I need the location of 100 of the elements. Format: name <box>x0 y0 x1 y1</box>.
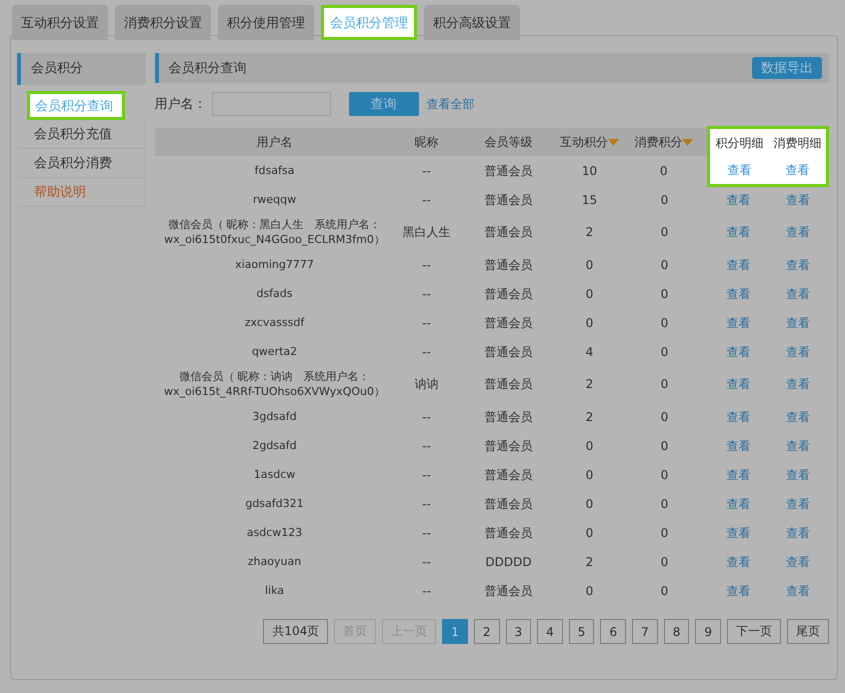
table-cell-text: dsfads <box>255 286 294 302</box>
view-link[interactable]: 查看 <box>726 225 750 239</box>
view-link[interactable]: 查看 <box>786 344 810 358</box>
table-cell-text: 0 <box>660 376 670 393</box>
tab[interactable]: 消费积分设置 <box>115 5 211 40</box>
table-cell-text: 15 <box>580 192 598 208</box>
table-cell-text: -- <box>421 582 432 600</box>
view-link[interactable]: 查看 <box>786 316 810 330</box>
table-cell-text: 微信会员（ 昵称：讷讷 系统用户名：wx_oi615t_4RRf-TUOhso6XVWyxQOu0） <box>162 369 386 400</box>
view-link[interactable]: 查看 <box>726 316 750 330</box>
view-link[interactable]: 查看 <box>786 258 810 272</box>
sidebar-heading: 会员积分 <box>17 53 146 85</box>
tab[interactable]: 会员积分管理 <box>321 5 417 40</box>
table-cell-text: 0 <box>660 256 670 274</box>
show-all-link[interactable]: 查看全部 <box>426 96 474 112</box>
table-cell-text: 普通会员 <box>484 408 534 426</box>
view-link[interactable]: 查看 <box>786 554 810 568</box>
sidebar-item[interactable]: 会员积分消费 <box>17 149 146 178</box>
table-cell-text: zxcvasssdf <box>244 315 306 331</box>
view-link[interactable]: 查看 <box>726 258 750 272</box>
export-button[interactable]: 数据导出 <box>752 57 822 79</box>
sidebar-item[interactable]: 帮助说明 <box>17 178 146 207</box>
table-cell-text: 黑白人生 <box>402 224 452 241</box>
table-cell-text: 0 <box>660 496 670 512</box>
table-cell-text: -- <box>421 524 432 542</box>
sort-icon[interactable] <box>682 138 694 146</box>
section-title: 会员积分查询 <box>168 60 246 77</box>
view-link[interactable]: 查看 <box>786 526 810 540</box>
table-cell-text: 讷讷 <box>414 376 440 393</box>
view-link[interactable]: 查看 <box>726 377 750 391</box>
table-cell-text: 0 <box>584 496 594 512</box>
page-button[interactable]: 7 <box>632 619 658 644</box>
view-link[interactable]: 查看 <box>786 584 810 598</box>
table-cell-text: rweqqw <box>252 192 298 208</box>
table-cell-text: 0 <box>660 344 670 360</box>
sort-icon[interactable] <box>608 138 619 146</box>
table-cell: -- <box>394 156 458 185</box>
page-button[interactable]: 尾页 <box>787 619 829 644</box>
column-header: 积分明细 <box>708 128 768 156</box>
view-link[interactable]: 查看 <box>786 225 810 239</box>
view-link[interactable]: 查看 <box>726 496 750 510</box>
table-cell-text: asdcw123 <box>246 525 304 541</box>
view-link[interactable]: 查看 <box>786 377 810 391</box>
tab[interactable]: 积分高级设置 <box>424 5 520 40</box>
table-cell-text: 0 <box>584 524 594 542</box>
column-header[interactable]: 互动积分 <box>558 128 620 156</box>
page-button[interactable]: 3 <box>506 619 532 644</box>
view-link[interactable]: 查看 <box>786 468 810 482</box>
page-button[interactable]: 2 <box>474 619 500 644</box>
table-cell-text: 2gdsafd <box>251 438 298 454</box>
view-link[interactable]: 查看 <box>726 286 750 300</box>
table-cell-text: lika <box>264 583 286 599</box>
page-button[interactable]: 9 <box>695 619 721 644</box>
table-cell-text: 普通会员 <box>484 524 534 542</box>
table-cell-text: qwerta2 <box>250 344 298 360</box>
page-button[interactable]: 4 <box>537 619 563 644</box>
table-cell-text: 1asdcw <box>252 467 296 483</box>
sidebar-item[interactable]: 会员积分查询 <box>27 91 125 120</box>
page-button[interactable]: 共104页 <box>263 619 328 644</box>
page-button[interactable]: 5 <box>568 619 594 644</box>
table-cell-text: 3gdsafd <box>251 409 298 425</box>
view-link[interactable]: 查看 <box>726 554 750 568</box>
table-cell-text: 0 <box>660 582 670 600</box>
table-cell-text: xiaoming7777 <box>234 257 315 273</box>
field-label: 用户名： <box>154 96 208 113</box>
page-button[interactable]: 6 <box>600 619 626 644</box>
view-link[interactable]: 查看 <box>786 410 810 424</box>
view-link[interactable]: 查看 <box>726 584 750 598</box>
page-button[interactable]: 8 <box>664 619 690 644</box>
view-link[interactable]: 查看 <box>726 410 750 424</box>
column-header: 消费明细 <box>768 128 828 156</box>
table-cell-text: 0 <box>660 314 670 332</box>
column-header[interactable]: 消费积分 <box>620 128 708 156</box>
column-header: 会员等级 <box>458 128 558 156</box>
view-link[interactable]: 查看 <box>786 286 810 300</box>
view-link[interactable]: 查看 <box>726 344 750 358</box>
page-button[interactable]: 下一页 <box>727 619 781 644</box>
page-button[interactable]: 1 <box>442 619 468 644</box>
view-link[interactable]: 查看 <box>786 193 810 208</box>
sidebar-item[interactable]: 会员积分充值 <box>17 120 146 149</box>
view-link[interactable]: 查看 <box>726 193 750 208</box>
table-cell-text: 普通会员 <box>484 344 534 360</box>
table-cell-text: 微信会员（ 昵称：黑白人生 系统用户名：wx_oi615t0fxuc_N4GGoo_ECLRM3fm0） <box>163 217 386 248</box>
table-cell-text: 0 <box>660 524 670 542</box>
table-cell-text: 0 <box>660 224 670 241</box>
view-link[interactable]: 查看 <box>786 438 810 452</box>
view-link[interactable]: 查看 <box>726 468 750 482</box>
table-cell-text: -- <box>421 466 432 484</box>
search-button[interactable]: 查询 <box>348 92 418 116</box>
table-cell: 0 <box>620 156 708 185</box>
view-link[interactable]: 查看 <box>786 496 810 510</box>
tab[interactable]: 积分使用管理 <box>218 5 314 40</box>
view-link[interactable]: 查看 <box>726 438 750 452</box>
table-cell: 0 <box>620 185 708 214</box>
tab[interactable]: 互动积分设置 <box>12 5 108 40</box>
table-cell-text: -- <box>421 192 432 208</box>
table-cell-text: 0 <box>584 466 594 484</box>
table-cell-text: 0 <box>584 314 594 332</box>
view-link[interactable]: 查看 <box>726 526 750 540</box>
table-cell-text: 普通会员 <box>484 286 534 302</box>
